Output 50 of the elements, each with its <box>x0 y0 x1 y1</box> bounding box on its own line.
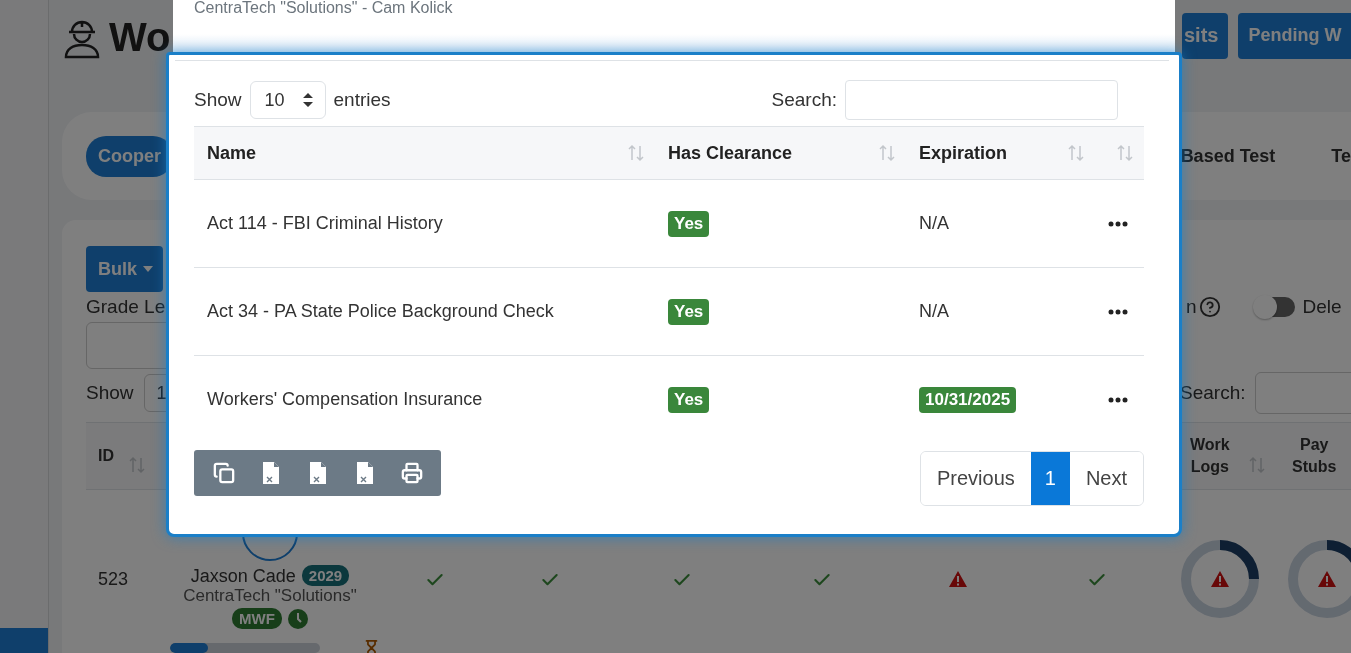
delete-toggle[interactable] <box>1254 297 1295 317</box>
show-label: Show <box>86 382 134 404</box>
expiration-badge: 10/31/2025 <box>919 386 1017 413</box>
clearance-badge: Yes <box>668 210 710 237</box>
requirement-name: Workers' Compensation Insurance <box>207 389 483 410</box>
filter-label: Grade Le <box>86 296 166 318</box>
show-label: Show <box>194 89 242 111</box>
warning-icon <box>948 570 968 588</box>
option-label: n <box>1186 296 1197 318</box>
clock-icon <box>287 608 308 629</box>
search-label: Search: <box>1180 382 1246 404</box>
toggle-label: Dele <box>1302 296 1342 318</box>
page-title: Wo <box>109 15 171 60</box>
more-icon[interactable] <box>1108 308 1128 315</box>
modal-title: CentraTech "Solutions" - Cam Kolick <box>194 0 454 16</box>
column-header: Work Logs <box>1190 435 1230 477</box>
select-arrows-icon <box>302 93 313 107</box>
help-icon[interactable] <box>1198 296 1221 318</box>
column-header: Expiration <box>919 142 1007 164</box>
more-icon[interactable] <box>1108 220 1128 227</box>
clearance-badge: Yes <box>668 386 710 413</box>
column-header: ID <box>98 446 114 466</box>
worker-name: Jaxson Cade <box>190 566 296 585</box>
expiration-cell: N/A <box>919 213 949 234</box>
header-button[interactable]: sits <box>1182 12 1229 59</box>
header-button[interactable]: Pending W <box>1238 12 1351 59</box>
clearance-badge: Yes <box>668 298 710 325</box>
entries-select[interactable]: 10 <box>249 81 326 119</box>
expiration-cell: N/A <box>919 301 949 322</box>
year-badge: 2029 <box>301 565 350 586</box>
tab[interactable]: Based Test <box>1180 135 1276 177</box>
requirement-name: Act 114 - FBI Criminal History <box>207 213 443 234</box>
print-icon <box>400 462 423 484</box>
page-button[interactable]: 1 <box>1030 452 1070 505</box>
copy-icon <box>212 462 235 484</box>
search-field[interactable] <box>845 80 1118 120</box>
search-label: Search: <box>771 89 837 111</box>
column-header: Name <box>207 142 257 164</box>
more-icon[interactable] <box>1108 396 1128 403</box>
requirement-name: Act 34 - PA State Police Background Check <box>207 301 554 322</box>
caret-icon <box>143 266 153 272</box>
schedule-badge: MWF <box>232 608 282 629</box>
company-name: CentraTech "Solutions" <box>183 586 357 606</box>
bulk-button[interactable]: Bulk <box>86 246 163 292</box>
id-cell: 523 <box>98 570 129 588</box>
hourglass-icon <box>363 639 380 653</box>
entries-label: entries <box>333 89 391 111</box>
column-header: Has Clearance <box>668 142 793 164</box>
tab[interactable]: Te <box>1331 135 1351 177</box>
column-header: Pay Stubs <box>1292 435 1337 477</box>
